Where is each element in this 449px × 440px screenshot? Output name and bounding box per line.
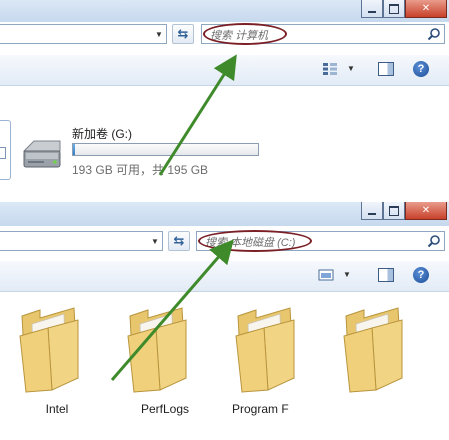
- maximize-icon: [389, 3, 399, 14]
- capacity-bar: [72, 143, 259, 156]
- view-options-dropdown[interactable]: ▼: [347, 64, 355, 73]
- maximize-button[interactable]: [383, 202, 405, 220]
- minimize-button[interactable]: [361, 0, 383, 18]
- title-bar: ✕: [0, 0, 449, 22]
- selected-item-edge: [0, 120, 11, 180]
- view-options-icon: [323, 63, 337, 75]
- minimize-icon: [368, 212, 376, 215]
- folder-item[interactable]: Intel: [12, 306, 102, 424]
- chevron-down-icon: ▼: [151, 236, 159, 246]
- view-options-dropdown[interactable]: ▼: [343, 270, 351, 279]
- refresh-button[interactable]: ⇆: [168, 231, 190, 251]
- close-button[interactable]: ✕: [405, 0, 447, 18]
- refresh-icon: ⇆: [173, 233, 185, 248]
- close-icon: ✕: [421, 3, 431, 14]
- folder-icon: [343, 307, 403, 393]
- search-placeholder: 搜索 本地磁盘 (C:): [205, 237, 296, 249]
- drive-free-space: 193 GB 可用，共 195 GB: [72, 163, 209, 177]
- help-icon[interactable]: ?: [413, 61, 429, 77]
- folder-label: Program F: [232, 402, 289, 416]
- view-options-button[interactable]: [318, 268, 334, 282]
- address-bar[interactable]: ▼: [0, 231, 163, 251]
- folder-icon: [235, 307, 295, 393]
- chevron-down-icon: ▼: [155, 29, 163, 39]
- folder-label: Intel: [45, 402, 69, 416]
- address-history-dropdown[interactable]: ▼: [154, 28, 164, 40]
- command-bar: ▼ ?: [0, 261, 449, 292]
- drive-name[interactable]: 新加卷 (G:): [72, 125, 132, 142]
- title-bar: ✕: [0, 202, 449, 226]
- hard-drive-icon[interactable]: [20, 137, 64, 171]
- address-history-dropdown[interactable]: ▼: [150, 235, 160, 247]
- search-input[interactable]: 搜索 计算机: [201, 24, 445, 44]
- search-icon[interactable]: [427, 27, 441, 41]
- search-input[interactable]: 搜索 本地磁盘 (C:): [196, 231, 445, 251]
- folder-item[interactable]: PerfLogs: [120, 306, 210, 424]
- search-icon[interactable]: [427, 234, 441, 248]
- preview-pane-icon[interactable]: [378, 62, 394, 76]
- view-options-button[interactable]: [322, 62, 338, 76]
- help-icon[interactable]: ?: [413, 267, 429, 283]
- close-button[interactable]: ✕: [405, 202, 447, 220]
- maximize-icon: [389, 205, 399, 216]
- folder-item[interactable]: [336, 306, 426, 424]
- folder-item[interactable]: Program F: [228, 306, 318, 424]
- computer-window: ✕ ▼ ⇆ 搜索 计算机 ▼ ? 新加卷 (G:) 193 GB 可用，共 19…: [0, 0, 449, 186]
- search-placeholder: 搜索 计算机: [210, 30, 269, 42]
- local-disk-window: ✕ ▼ ⇆ 搜索 本地磁盘 (C:) ▼ ? Intel PerfLogs Pr…: [0, 202, 449, 440]
- folder-label: PerfLogs: [140, 402, 190, 416]
- chevron-down-icon: ▼: [343, 270, 351, 279]
- minimize-button[interactable]: [361, 202, 383, 220]
- folder-icon: [127, 307, 187, 393]
- folder-icon: [19, 307, 79, 393]
- window-controls: ✕: [361, 202, 447, 220]
- address-bar[interactable]: ▼: [0, 24, 167, 44]
- view-options-icon: [318, 269, 334, 281]
- capacity-bar-fill: [73, 144, 75, 155]
- close-icon: ✕: [421, 205, 431, 216]
- address-row: ▼ ⇆ 搜索 本地磁盘 (C:): [0, 230, 449, 254]
- chevron-down-icon: ▼: [347, 64, 355, 73]
- preview-pane-icon[interactable]: [378, 268, 394, 282]
- checkbox: [0, 147, 6, 159]
- refresh-icon: ⇆: [177, 26, 189, 41]
- minimize-icon: [368, 10, 376, 13]
- command-bar: ▼ ?: [0, 55, 449, 86]
- address-row: ▼ ⇆ 搜索 计算机: [0, 23, 449, 47]
- refresh-button[interactable]: ⇆: [172, 24, 194, 44]
- maximize-button[interactable]: [383, 0, 405, 18]
- window-controls: ✕: [361, 0, 447, 18]
